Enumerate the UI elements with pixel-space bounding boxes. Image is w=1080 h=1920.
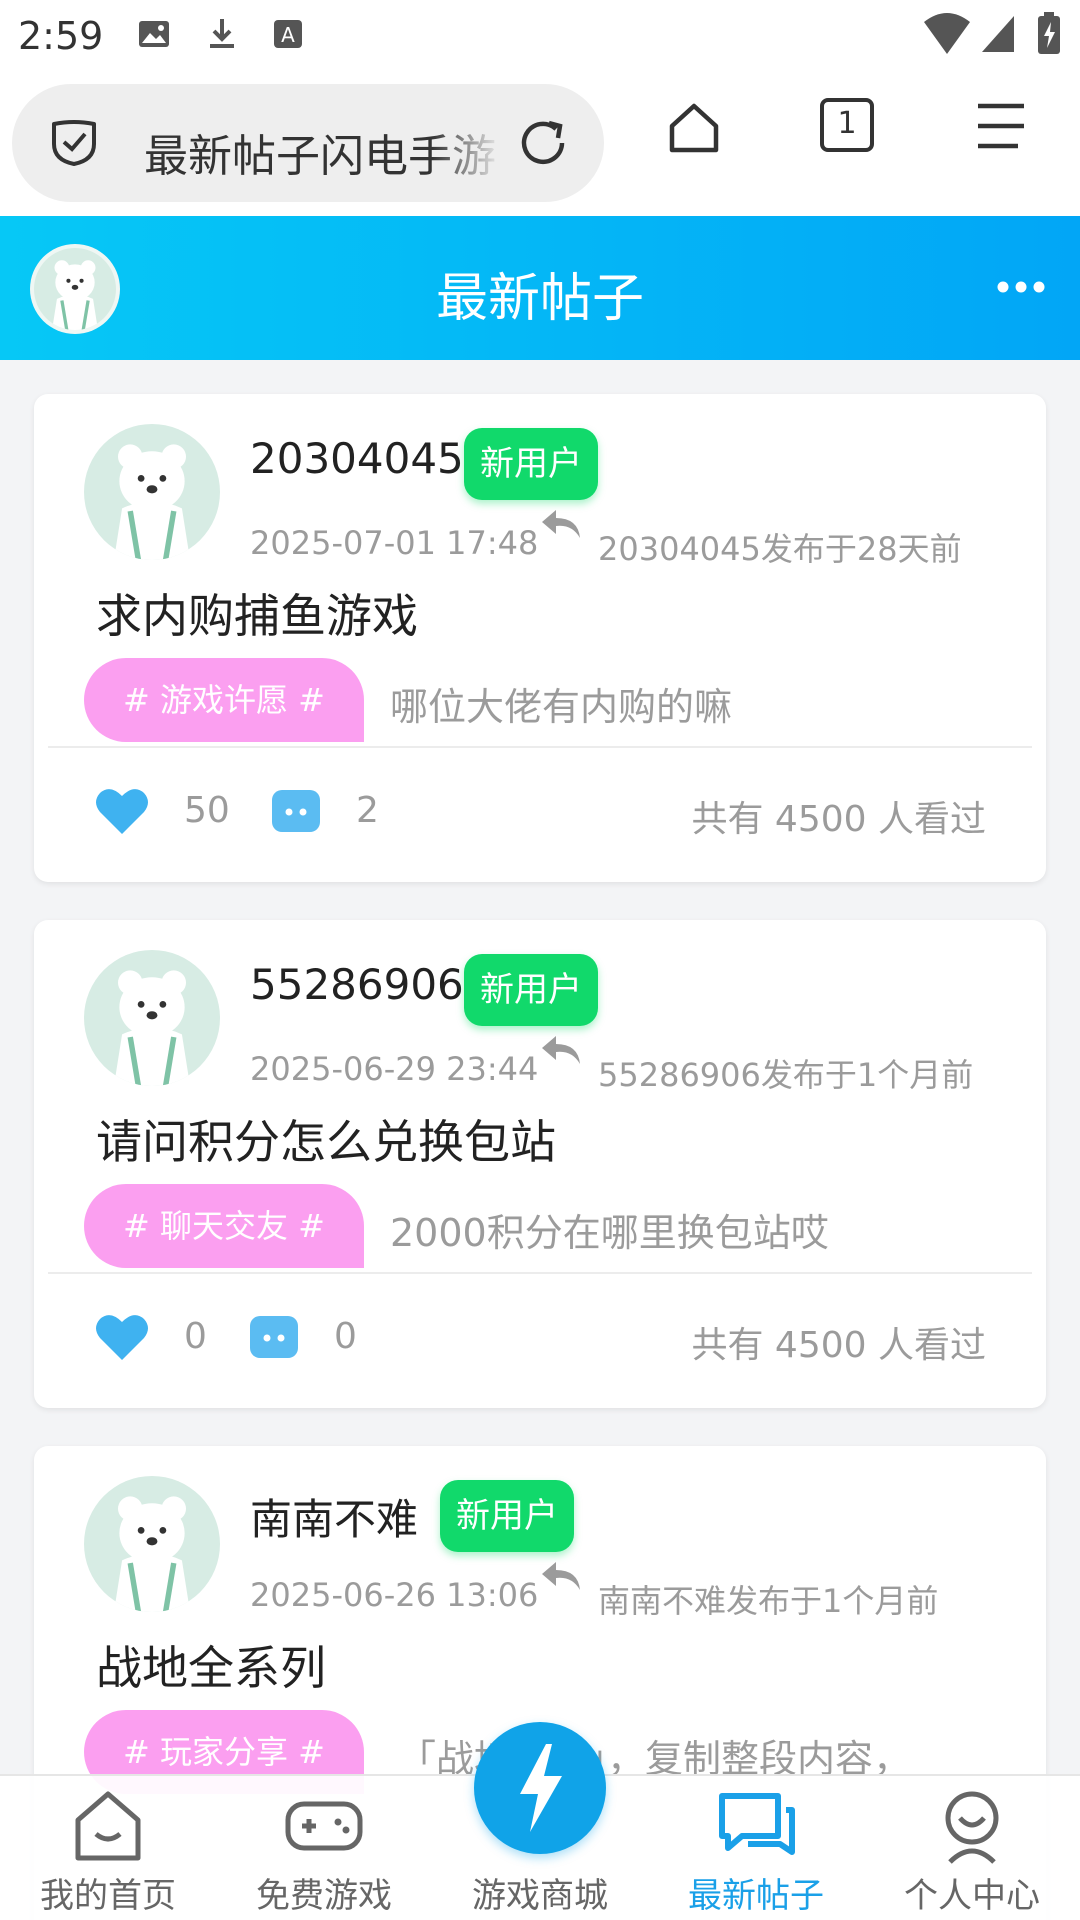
post-card[interactable]: 20304045 新用户 2025-07-01 17:48 20304045发布… xyxy=(34,394,1046,882)
status-bar: 2:59 A xyxy=(0,0,1080,72)
text-notification-icon: A xyxy=(274,20,302,48)
new-user-badge: 新用户 xyxy=(440,1480,574,1552)
home-browser-icon[interactable] xyxy=(664,98,724,158)
bear-avatar-icon xyxy=(113,970,191,1086)
heart-icon[interactable] xyxy=(94,786,150,836)
url-bar[interactable]: 最新帖子闪电手游 xyxy=(12,84,604,202)
menu-icon[interactable] xyxy=(974,100,1030,152)
nav-item-free-games[interactable]: 免费游戏 xyxy=(216,1776,432,1920)
reply-icon xyxy=(542,510,580,538)
comment-icon[interactable] xyxy=(270,788,322,836)
gamepad-icon xyxy=(285,1801,363,1851)
reply-icon xyxy=(542,1562,580,1590)
view-count: 共有 4500 人看过 xyxy=(691,1325,986,1366)
game-store-button[interactable] xyxy=(474,1722,606,1854)
post-datetime: 2025-06-29 23:44 xyxy=(250,1050,539,1088)
app-header: 最新帖子 xyxy=(0,216,1080,360)
divider xyxy=(48,1272,1032,1274)
svg-text:A: A xyxy=(281,23,295,47)
bear-avatar-icon xyxy=(113,444,191,560)
page-title: 最新帖子 xyxy=(435,269,644,329)
like-count: 0 xyxy=(184,1316,207,1357)
nav-label: 游戏商城 xyxy=(472,1876,608,1916)
bear-avatar-icon xyxy=(113,1496,191,1612)
nav-label: 我的首页 xyxy=(40,1876,176,1916)
wifi-icon xyxy=(924,13,970,54)
lightning-icon xyxy=(520,1744,562,1832)
post-title[interactable]: 请问积分怎么兑换包站 xyxy=(96,1106,556,1172)
shield-check-icon[interactable] xyxy=(46,114,102,170)
battery-icon xyxy=(1038,12,1060,54)
url-fade xyxy=(432,84,502,202)
nav-item-profile[interactable]: 个人中心 xyxy=(864,1776,1080,1920)
post-card[interactable]: 55286906 新用户 2025-06-29 23:44 55286906发布… xyxy=(34,920,1046,1408)
post-datetime: 2025-06-26 13:06 xyxy=(250,1576,539,1614)
post-meta: 20304045发布于28天前 xyxy=(598,530,962,568)
home-icon xyxy=(75,1791,141,1861)
like-count: 50 xyxy=(184,790,230,831)
signal-icon xyxy=(982,16,1014,52)
nav-label: 免费游戏 xyxy=(256,1876,392,1916)
comment-icon[interactable] xyxy=(248,1314,300,1362)
heart-icon[interactable] xyxy=(94,1312,150,1362)
nav-item-latest-posts[interactable]: 最新帖子 xyxy=(648,1776,864,1920)
post-username[interactable]: 南南不难 xyxy=(250,1486,418,1547)
post-tag[interactable]: # 聊天交友 # xyxy=(84,1184,364,1268)
post-datetime: 2025-07-01 17:48 xyxy=(250,524,539,562)
post-tag[interactable]: # 游戏许愿 # xyxy=(84,658,364,742)
user-icon xyxy=(945,1791,999,1864)
more-icon[interactable] xyxy=(996,280,1046,294)
post-title[interactable]: 求内购捕鱼游戏 xyxy=(96,580,418,646)
comment-count: 0 xyxy=(334,1316,357,1357)
nav-label: 个人中心 xyxy=(904,1876,1040,1916)
user-avatar[interactable] xyxy=(84,424,220,560)
comment-count: 2 xyxy=(356,790,379,831)
post-title[interactable]: 战地全系列 xyxy=(96,1632,326,1698)
reply-icon xyxy=(542,1036,580,1064)
nav-item-home[interactable]: 我的首页 xyxy=(0,1776,216,1920)
user-avatar[interactable] xyxy=(84,1476,220,1612)
browser-toolbar: 最新帖子闪电手游 1 xyxy=(0,72,1080,216)
download-notification-icon xyxy=(210,19,234,48)
post-username[interactable]: 20304045 xyxy=(250,434,464,483)
post-username[interactable]: 55286906 xyxy=(250,960,464,1009)
image-notification-icon xyxy=(139,21,169,47)
nav-label: 最新帖子 xyxy=(688,1876,824,1916)
divider xyxy=(48,746,1032,748)
status-time: 2:59 xyxy=(18,14,104,58)
new-user-badge: 新用户 xyxy=(464,428,598,500)
tab-count-button[interactable]: 1 xyxy=(820,98,874,152)
view-count: 共有 4500 人看过 xyxy=(691,799,986,840)
reload-icon[interactable] xyxy=(514,114,572,172)
post-meta: 55286906发布于1个月前 xyxy=(598,1056,974,1094)
new-user-badge: 新用户 xyxy=(464,954,598,1026)
post-excerpt: 哪位大佬有内购的嘛 xyxy=(390,685,733,729)
user-avatar[interactable] xyxy=(84,950,220,1086)
post-meta: 南南不难发布于1个月前 xyxy=(598,1582,939,1620)
post-excerpt: 2000积分在哪里换包站哎 xyxy=(390,1211,829,1255)
chat-icon xyxy=(719,1793,795,1855)
